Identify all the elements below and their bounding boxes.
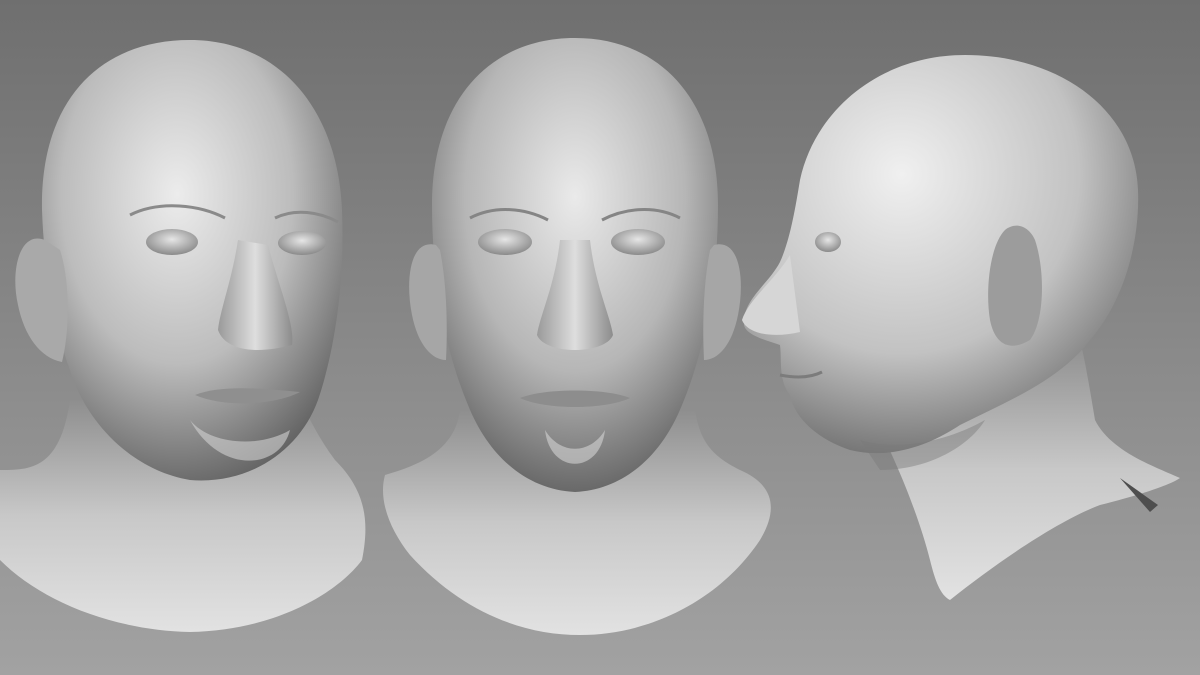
eye-left-2 bbox=[478, 229, 532, 255]
head-three-quarter bbox=[0, 40, 366, 632]
sculpt-render bbox=[0, 0, 1200, 675]
eye-left-1 bbox=[146, 229, 198, 255]
eye-right-2 bbox=[611, 229, 665, 255]
eye-3 bbox=[815, 232, 841, 252]
eye-right-1 bbox=[278, 231, 326, 255]
render-canvas bbox=[0, 0, 1200, 675]
